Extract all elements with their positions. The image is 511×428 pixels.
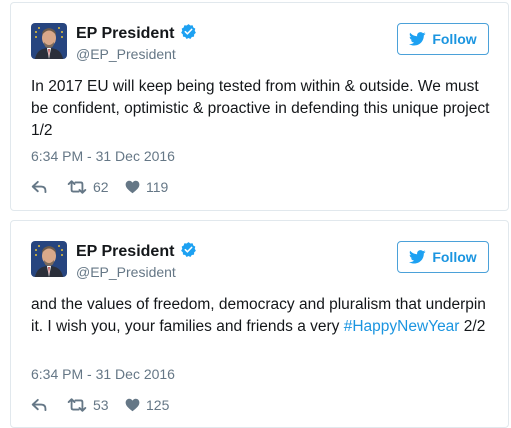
reply-icon [31, 398, 48, 412]
twitter-bird-icon [409, 250, 426, 264]
follow-button[interactable]: Follow [397, 23, 489, 55]
follow-label: Follow [432, 31, 477, 47]
heart-icon [125, 398, 140, 412]
retweet-count: 62 [93, 179, 109, 195]
avatar[interactable] [31, 23, 67, 59]
tweet-text: and the values of freedom, democracy and… [31, 294, 491, 338]
tweet-actions: 62 119 [31, 178, 168, 196]
tweet-card: EP President @EP_President Follow In 201… [10, 2, 509, 211]
avatar[interactable] [31, 241, 67, 277]
timestamp[interactable]: 6:34 PM - 31 Dec 2016 [31, 366, 175, 382]
retweet-button[interactable]: 53 [67, 397, 125, 413]
like-button[interactable]: 119 [125, 179, 168, 195]
verified-badge-icon [180, 23, 197, 45]
tweet-actions: 53 125 [31, 396, 169, 414]
heart-icon [125, 180, 140, 194]
display-name-text: EP President [76, 25, 175, 42]
tweet-body-suffix: 2/2 [459, 318, 486, 335]
display-name-text: EP President [76, 243, 175, 260]
reply-button[interactable] [31, 398, 67, 412]
retweet-button[interactable]: 62 [67, 179, 125, 195]
like-count: 125 [146, 397, 170, 413]
retweet-icon [67, 398, 87, 412]
display-name[interactable]: EP President [76, 241, 197, 263]
verified-badge-icon [180, 241, 197, 263]
hashtag-link[interactable]: #HappyNewYear [344, 318, 460, 335]
tweet-body: In 2017 EU will keep being tested from w… [31, 78, 490, 139]
reply-button[interactable] [31, 180, 67, 194]
twitter-bird-icon [409, 32, 426, 46]
user-handle[interactable]: @EP_President [76, 46, 176, 62]
timestamp[interactable]: 6:34 PM - 31 Dec 2016 [31, 148, 175, 164]
like-count: 119 [146, 179, 169, 195]
follow-label: Follow [432, 249, 477, 265]
like-button[interactable]: 125 [125, 397, 169, 413]
user-handle[interactable]: @EP_President [76, 264, 176, 280]
display-name[interactable]: EP President [76, 23, 197, 45]
reply-icon [31, 180, 48, 194]
tweet-text: In 2017 EU will keep being tested from w… [31, 76, 491, 142]
tweet-card: EP President @EP_President Follow and th… [10, 220, 509, 428]
follow-button[interactable]: Follow [397, 241, 489, 273]
retweet-count: 53 [93, 397, 109, 413]
retweet-icon [67, 180, 87, 194]
